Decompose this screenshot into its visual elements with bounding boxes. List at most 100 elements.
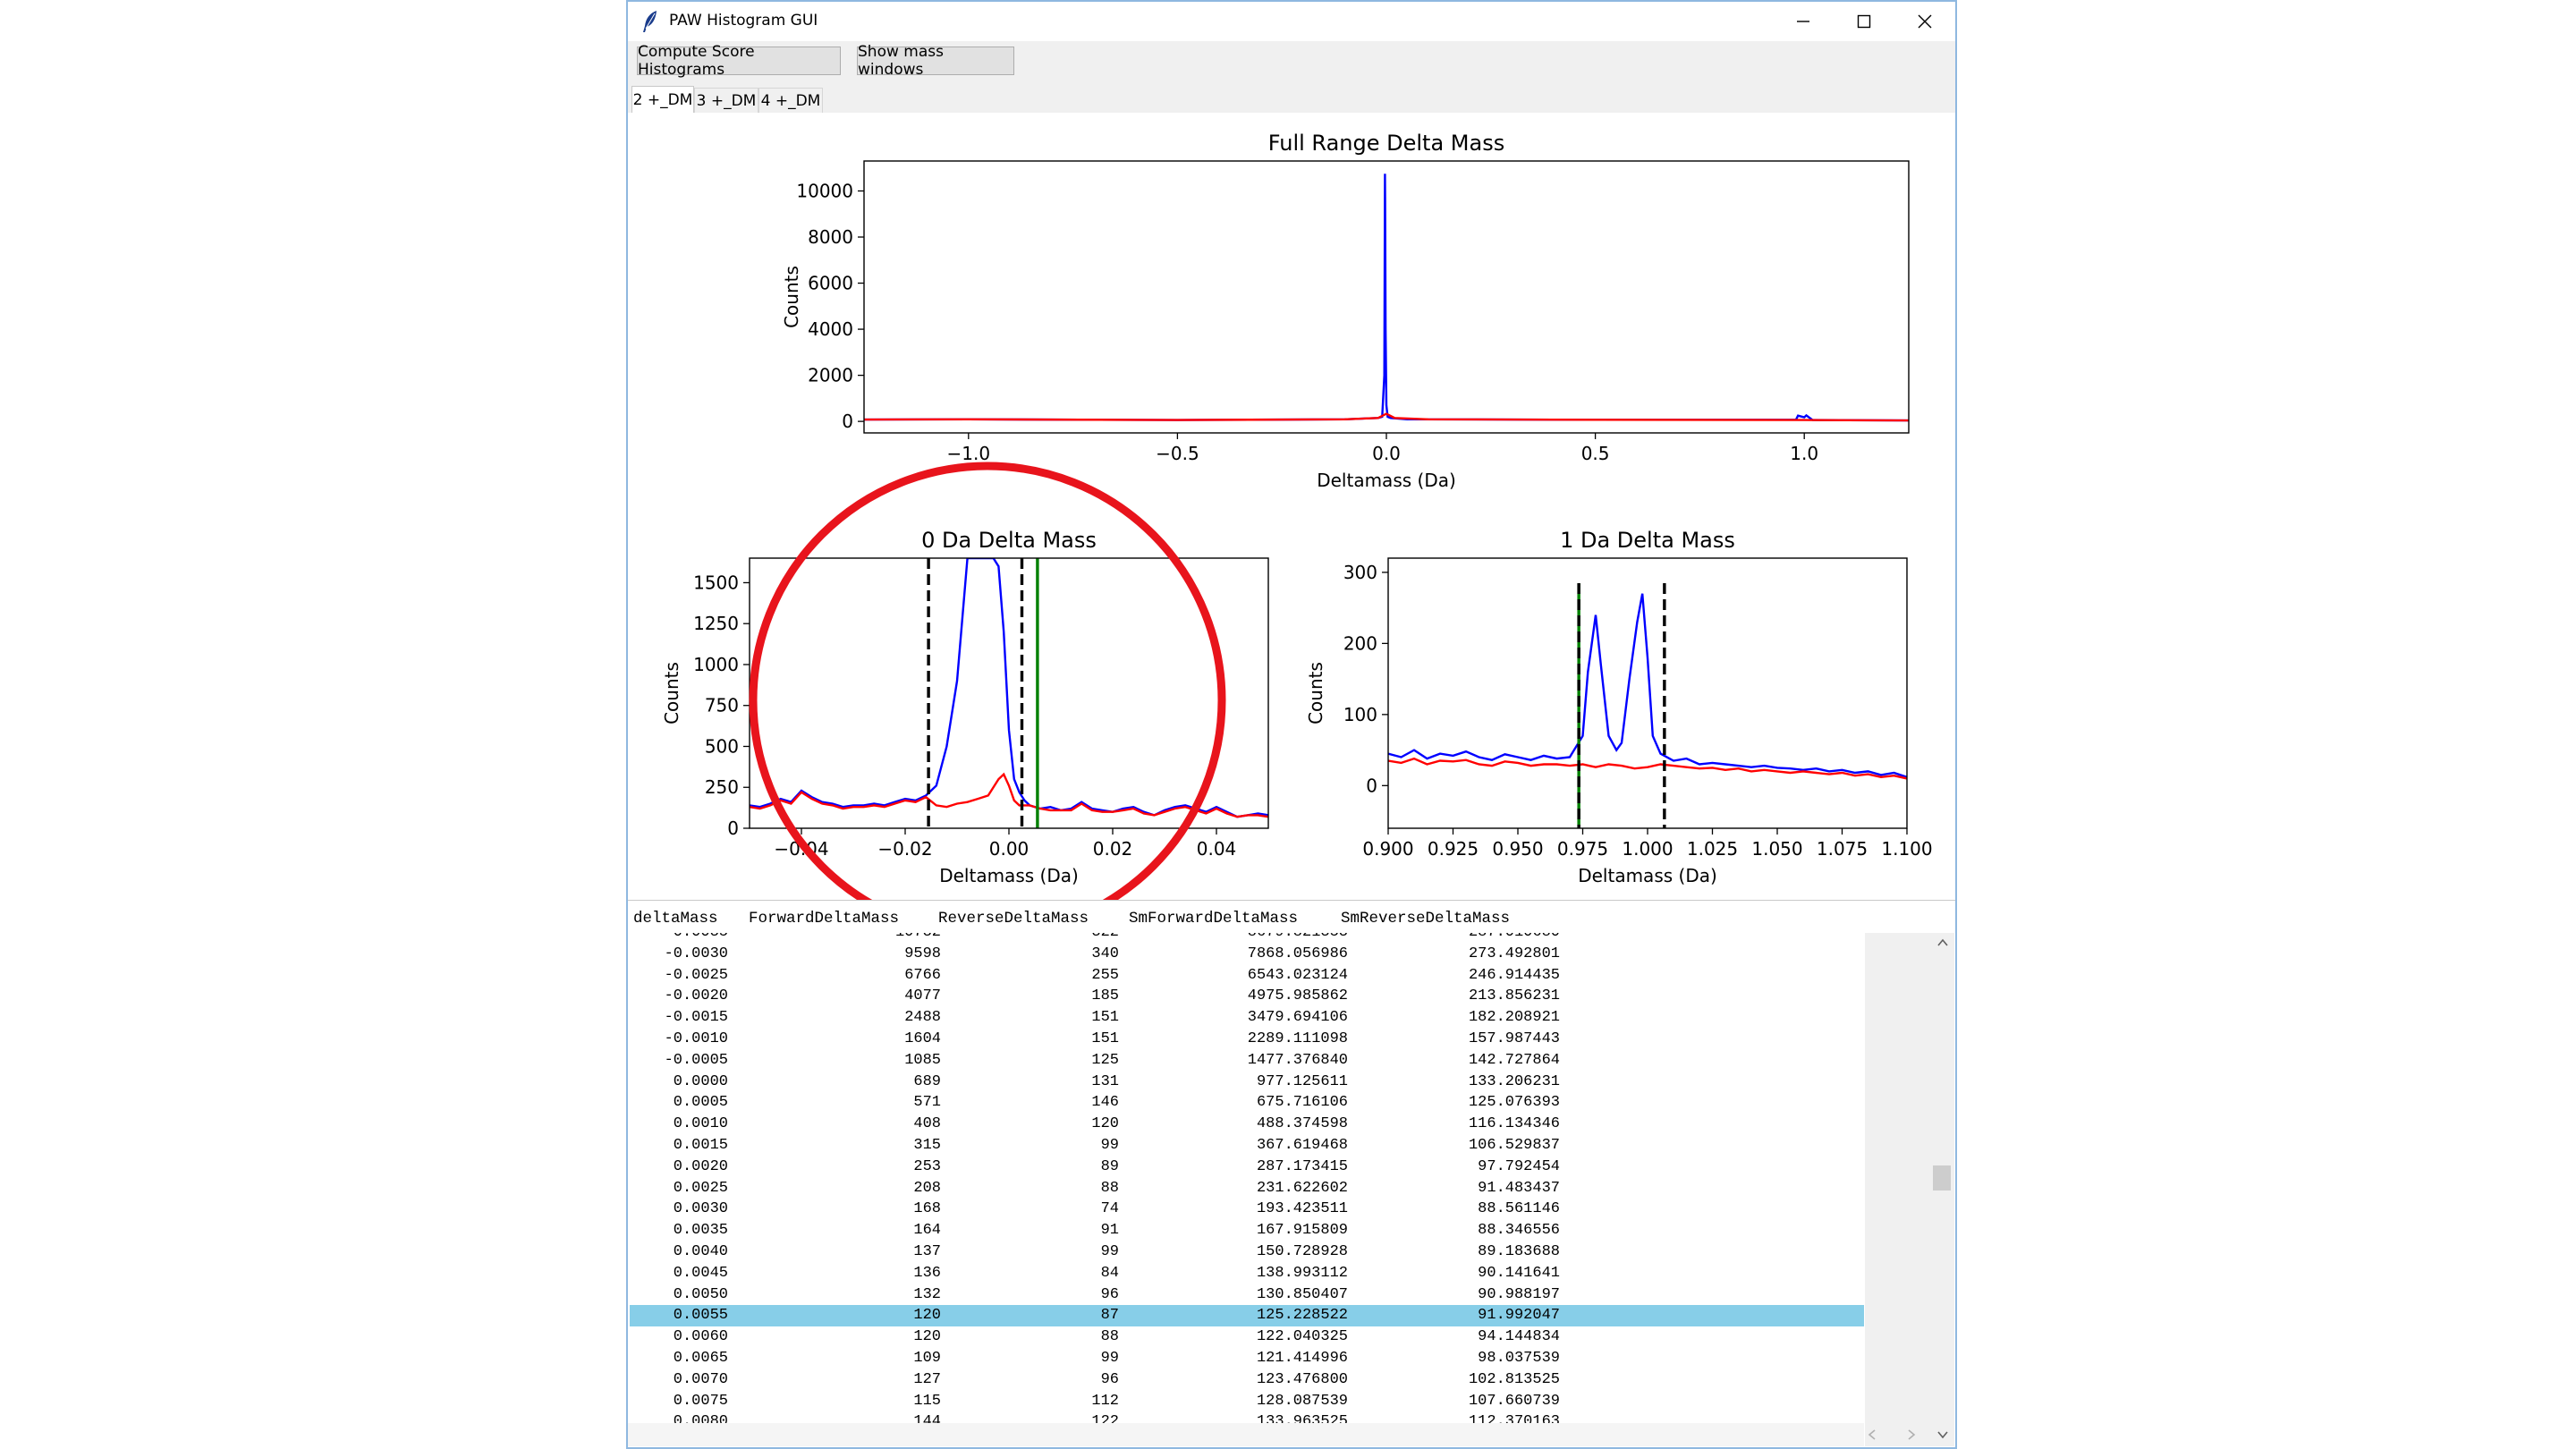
x-tick-label: 0.02 xyxy=(1093,838,1133,860)
scroll-down-icon[interactable] xyxy=(1936,1428,1949,1441)
table-row[interactable]: 0.0050 132 96 130.850407 90.988197 xyxy=(630,1284,1864,1306)
table-cell: 151 xyxy=(1091,1030,1119,1047)
table-cell: 150.728928 xyxy=(1256,1243,1348,1260)
table-cell: 367.619468 xyxy=(1256,1137,1348,1154)
scroll-right-icon[interactable] xyxy=(1905,1428,1918,1441)
column-header[interactable]: SmReverseDeltaMass xyxy=(1341,910,1510,928)
table-cell: 151 xyxy=(1091,1009,1119,1027)
table-row[interactable]: 0.0030 168 74 193.423511 88.561146 xyxy=(630,1199,1864,1220)
maximize-button[interactable] xyxy=(1834,2,1894,41)
toolbar: Compute Score Histograms Show mass windo… xyxy=(628,41,1955,86)
table-row[interactable]: 0.0000 689 131 977.125611 133.206231 xyxy=(630,1072,1864,1093)
table-cell: 208 xyxy=(913,1179,941,1197)
minimize-icon xyxy=(1797,21,1809,22)
horizontal-scrollbar[interactable] xyxy=(628,1423,1916,1446)
table-row[interactable]: 0.0045 136 84 138.993112 90.141641 xyxy=(630,1263,1864,1284)
table-cell: 90.141641 xyxy=(1478,1264,1560,1282)
y-axis-label: Counts xyxy=(781,266,802,328)
table-cell: 106.529837 xyxy=(1468,1137,1560,1154)
column-header[interactable]: ReverseDeltaMass xyxy=(938,910,1089,928)
table-row[interactable]: 0.0005 571 146 675.716106 125.076393 xyxy=(630,1092,1864,1114)
column-header[interactable]: deltaMass xyxy=(633,910,718,928)
x-tick-label: 0.04 xyxy=(1197,838,1237,860)
table-cell: 102.813525 xyxy=(1468,1370,1560,1388)
forward-series-line xyxy=(864,174,1909,422)
y-tick-label: 8000 xyxy=(808,226,853,248)
table-body[interactable]: -0.0035107323228679.821353287.010680-0.0… xyxy=(630,933,1864,1445)
table-row[interactable]: -0.0010 1604 151 2289.111098 157.987443 xyxy=(630,1029,1864,1050)
table-cell: 120 xyxy=(1091,1115,1119,1133)
table-row[interactable]: 0.0065 109 99 121.414996 98.037539 xyxy=(630,1348,1864,1369)
table-row[interactable]: -0.0030 9598 340 7868.056986 273.492801 xyxy=(630,944,1864,965)
table-row[interactable]: 0.0070 127 96 123.476800 102.813525 xyxy=(630,1369,1864,1391)
table-cell: 0.0000 xyxy=(673,1072,728,1090)
table-cell: 9598 xyxy=(904,945,941,962)
table-cell: 88.346556 xyxy=(1478,1222,1560,1240)
table-cell: 89 xyxy=(1100,1157,1119,1175)
table-row[interactable]: 0.0015 315 99 367.619468 106.529837 xyxy=(630,1135,1864,1157)
table-cell: 137 xyxy=(913,1243,941,1260)
table-row[interactable]: 0.0060 120 88 122.040325 94.144834 xyxy=(630,1326,1864,1348)
window-title: PAW Histogram GUI xyxy=(669,12,818,30)
table-cell: 88.561146 xyxy=(1478,1200,1560,1218)
table-cell: 273.492801 xyxy=(1468,945,1560,962)
table-row[interactable]: 0.0035 164 91 167.915809 88.346556 xyxy=(630,1220,1864,1241)
table-cell: 8679.821353 xyxy=(1248,933,1348,941)
chart-title: 1 Da Delta Mass xyxy=(1560,528,1735,553)
table-cell: 91.483437 xyxy=(1478,1179,1560,1197)
table-cell: 0.0030 xyxy=(673,1200,728,1218)
table-cell: -0.0030 xyxy=(664,945,728,962)
table-row[interactable]: -0.0025 6766 255 6543.023124 246.914435 xyxy=(630,965,1864,987)
forward-series-line xyxy=(750,558,1268,818)
table-cell: 675.716106 xyxy=(1256,1094,1348,1112)
table-cell: 136 xyxy=(913,1264,941,1282)
scroll-left-icon[interactable] xyxy=(1866,1428,1878,1441)
maximize-icon xyxy=(1857,14,1871,29)
table-row[interactable]: 0.0040 137 99 150.728928 89.183688 xyxy=(630,1241,1864,1263)
column-header[interactable]: ForwardDeltaMass xyxy=(749,910,899,928)
table-cell: 99 xyxy=(1100,1350,1119,1367)
table-cell: 168 xyxy=(913,1200,941,1218)
x-axis-label: Deltamass (Da) xyxy=(1578,865,1717,886)
table-cell: 88 xyxy=(1100,1328,1119,1346)
histogram-canvas[interactable]: −1.0 −0.5 0.0 0.5 1.0 0 2000 4000 6000 8000 10000 F… xyxy=(628,113,1955,939)
tab-4-dm[interactable]: 4 +_DM xyxy=(758,88,823,113)
compute-score-histograms-button[interactable]: Compute Score Histograms xyxy=(637,43,841,79)
scroll-up-icon[interactable] xyxy=(1936,936,1949,949)
table-cell: 132 xyxy=(913,1285,941,1303)
close-button[interactable] xyxy=(1894,2,1955,41)
table-cell: 1477.376840 xyxy=(1247,1051,1348,1069)
table-cell: 121.414996 xyxy=(1256,1350,1348,1367)
reverse-series-line xyxy=(864,412,1909,422)
y-tick-label: 0 xyxy=(727,818,739,839)
table-row[interactable]: 0.0025 208 88 231.622602 91.483437 xyxy=(630,1178,1864,1199)
scrollbar-thumb[interactable] xyxy=(1933,1165,1951,1191)
table-row[interactable]: 0.0055 120 87 125.228522 91.992047 xyxy=(630,1305,1864,1327)
table-row[interactable]: 0.0075 115 112 128.087539 107.660739 xyxy=(630,1391,1864,1412)
column-header[interactable]: SmForwardDeltaMass xyxy=(1129,910,1298,928)
table-cell: 125 xyxy=(1091,1051,1119,1069)
table-row[interactable]: -0.0035 10732 322 8679.821353 287.010680 xyxy=(630,933,1864,944)
charge-tabs: 2 +_DM 3 +_DM 4 +_DM xyxy=(628,86,1955,113)
table-cell: 182.208921 xyxy=(1468,1009,1560,1027)
table-cell: -0.0010 xyxy=(664,1030,728,1047)
table-cell: 127 xyxy=(913,1370,941,1388)
show-mass-windows-button[interactable]: Show mass windows xyxy=(857,43,1014,79)
table-cell: 116.134346 xyxy=(1468,1115,1560,1133)
table-cell: 96 xyxy=(1100,1285,1119,1303)
minimize-button[interactable] xyxy=(1773,2,1834,41)
y-tick-label: 200 xyxy=(1343,632,1377,654)
tab-3-dm[interactable]: 3 +_DM xyxy=(694,88,758,113)
table-row[interactable]: -0.0020 4077 185 4975.985862 213.856231 xyxy=(630,986,1864,1007)
table-row[interactable]: -0.0005 1085 125 1477.376840 142.727864 xyxy=(630,1050,1864,1072)
table-row[interactable]: 0.0010 408 120 488.374598 116.134346 xyxy=(630,1114,1864,1135)
table-row[interactable]: 0.0020 253 89 287.173415 97.792454 xyxy=(630,1157,1864,1178)
x-tick-label: 1.100 xyxy=(1881,838,1932,860)
tab-2-dm[interactable]: 2 +_DM xyxy=(631,86,694,113)
table-cell: 120 xyxy=(913,1307,941,1325)
title-bar[interactable]: PAW Histogram GUI xyxy=(628,2,1955,41)
table-cell: 977.125611 xyxy=(1256,1072,1348,1090)
table-cell: 84 xyxy=(1100,1264,1119,1282)
app-window: PAW Histogram GUI Compute Score Histogra… xyxy=(626,0,1957,1449)
table-row[interactable]: -0.0015 2488 151 3479.694106 182.208921 xyxy=(630,1007,1864,1029)
